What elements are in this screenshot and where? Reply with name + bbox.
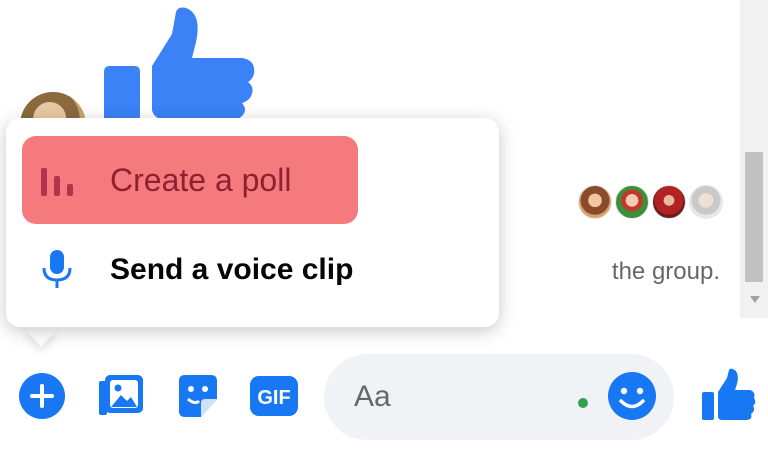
seen-avatar[interactable] [615,185,649,219]
send-voice-clip-label: Send a voice clip [110,253,354,286]
message-input-placeholder: Aa [354,380,391,413]
seen-avatar[interactable] [578,185,612,219]
scroll-down-arrow[interactable] [750,296,760,303]
microphone-icon [32,245,82,295]
smiley-icon[interactable] [604,368,660,424]
seen-avatar[interactable] [689,185,723,219]
active-status-dot [578,398,588,408]
scrollbar-thumb[interactable] [745,152,763,282]
add-icon[interactable] [16,370,68,422]
send-voice-clip-menu-item[interactable]: Send a voice clip [22,226,358,314]
thumbs-up-message-icon [104,7,255,124]
message-input[interactable]: Aa [324,354,674,440]
create-poll-label: Create a poll [110,161,292,198]
gif-icon[interactable]: GIF [248,370,300,422]
photo-icon[interactable] [94,370,146,422]
gif-label: GIF [257,387,290,409]
seen-by-avatars [578,185,723,219]
poll-icon [32,155,82,205]
sticker-icon[interactable] [172,370,224,422]
seen-avatar[interactable] [652,185,686,219]
thumbs-up-send-icon[interactable] [700,368,756,424]
create-poll-menu-item[interactable]: Create a poll [22,136,358,224]
